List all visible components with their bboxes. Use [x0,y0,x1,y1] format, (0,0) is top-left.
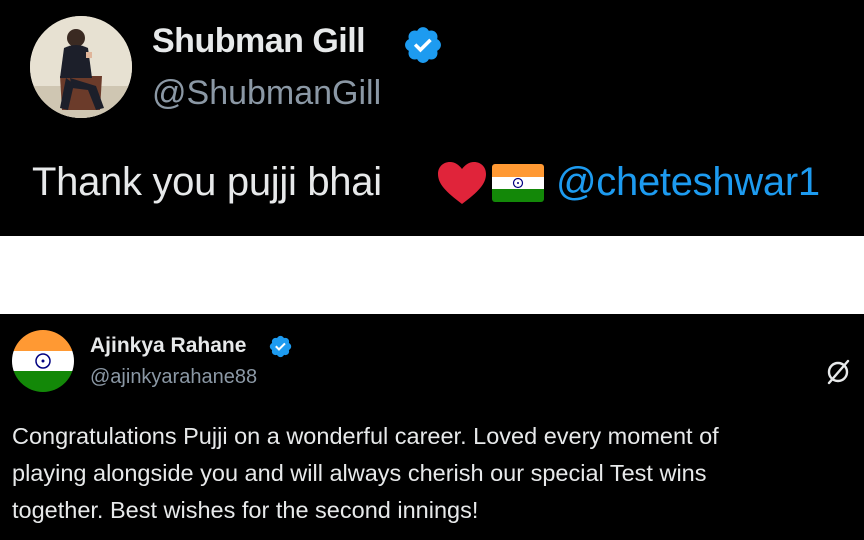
tweet-card-shubman[interactable]: Shubman Gill @ShubmanGill Thank you pujj… [0,0,864,236]
tweet-text-line: Congratulations Pujji on a wonderful car… [12,423,719,449]
display-name[interactable]: Shubman Gill [152,22,366,61]
verified-badge-icon [269,335,292,358]
india-flag-icon [492,164,544,202]
tweet-text: Congratulations Pujji on a wonderful car… [12,418,862,529]
tweet-text: Thank you pujji bhai [32,160,382,204]
handle[interactable]: @ajinkyarahane88 [90,366,257,389]
verified-badge-icon [405,27,441,63]
display-name[interactable]: Ajinkya Rahane [90,334,246,358]
no-symbol-icon[interactable] [824,358,852,386]
avatar[interactable] [12,330,74,392]
tweet-text-line: together. Best wishes for the second inn… [12,497,479,523]
handle[interactable]: @ShubmanGill [152,74,381,113]
avatar[interactable] [30,16,132,118]
tweet-card-rahane[interactable]: Ajinkya Rahane @ajinkyarahane88 Congratu… [0,314,864,540]
tweet-text-line: playing alongside you and will always ch… [12,460,707,486]
mention-link[interactable]: @cheteshwar1 [556,160,820,205]
red-heart-icon [438,162,486,204]
separator [0,236,864,314]
